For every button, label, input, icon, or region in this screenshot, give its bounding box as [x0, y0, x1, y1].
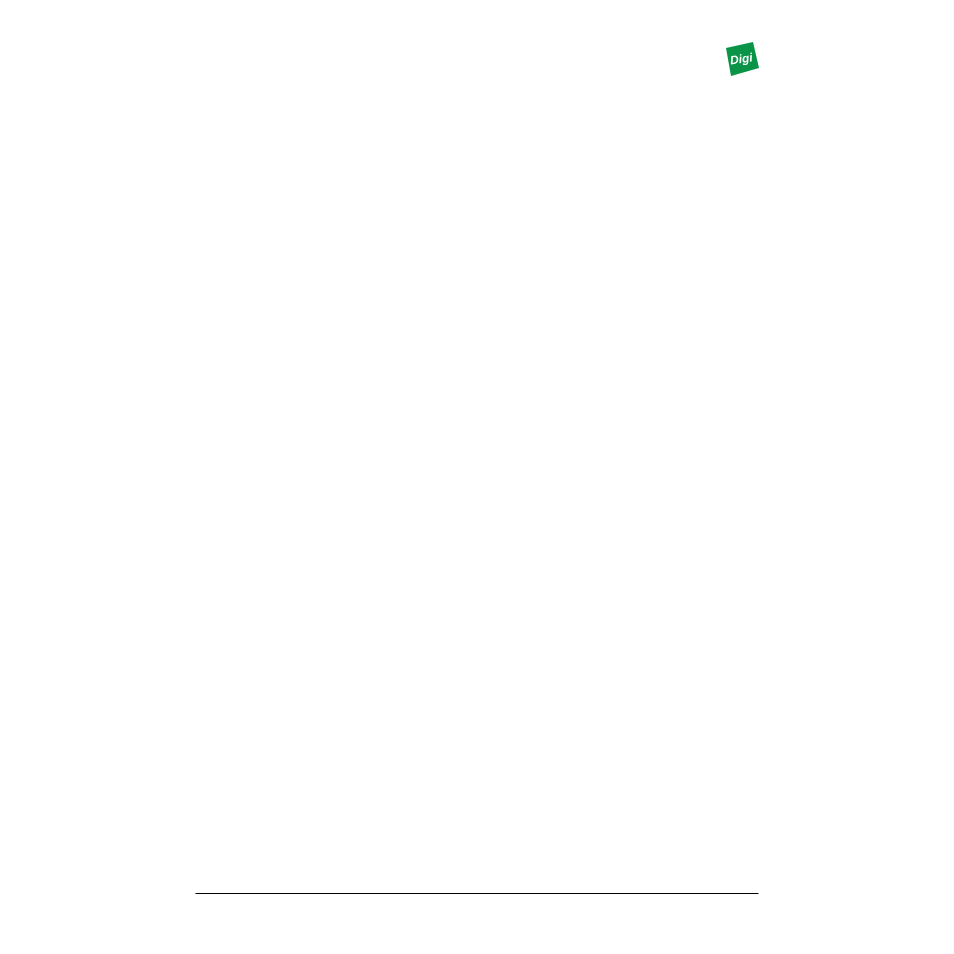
digi-logo: Digi: [723, 42, 759, 76]
footer-divider: [196, 893, 759, 894]
